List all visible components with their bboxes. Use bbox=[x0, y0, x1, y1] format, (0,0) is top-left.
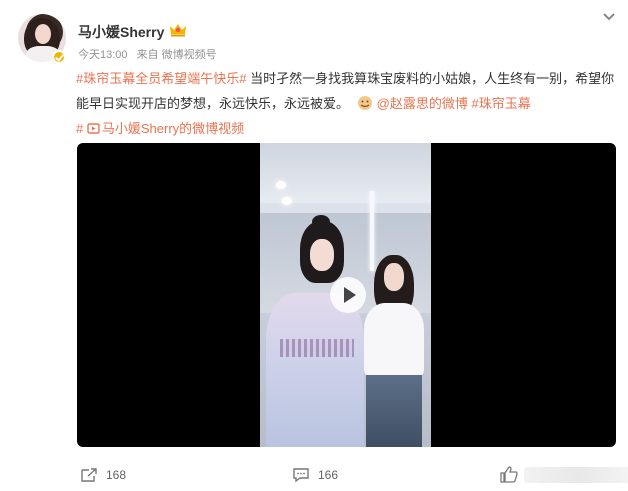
post-meta: 今天13:00 来自 微博视频号 bbox=[78, 46, 223, 62]
repost-button[interactable]: 168 bbox=[80, 466, 126, 484]
person-right-jeans bbox=[366, 375, 422, 447]
crown-icon bbox=[170, 24, 186, 37]
hug-emoji-icon bbox=[357, 96, 372, 110]
weibo-post-card: 马小媛Sherry 今天13:00 来自 微博视频号 #珠帘玉幕全员希望端午快乐… bbox=[0, 0, 628, 491]
verified-badge-icon bbox=[52, 50, 66, 64]
video-player[interactable] bbox=[77, 143, 616, 447]
post-time[interactable]: 今天13:00 bbox=[78, 49, 128, 61]
hashtag-link-2[interactable]: #珠帘玉幕 bbox=[471, 96, 530, 111]
video-link[interactable]: 马小媛Sherry的微博视频 bbox=[87, 121, 244, 136]
repost-count: 168 bbox=[106, 468, 127, 482]
hashtag-link-2-end[interactable]: # bbox=[76, 121, 83, 136]
video-link-label: 马小媛Sherry的微博视频 bbox=[101, 121, 245, 136]
post-text: #珠帘玉幕全员希望端午快乐# 当时孑然一身找我算珠宝废料的小姑娘，人生终有一别，… bbox=[76, 66, 621, 141]
post-source[interactable]: 来自 微博视频号 bbox=[137, 49, 217, 61]
person-left-hair-bun bbox=[312, 215, 330, 229]
comment-button[interactable]: 166 bbox=[292, 466, 338, 484]
person-left-dress bbox=[266, 293, 364, 447]
person-right-top bbox=[364, 303, 424, 377]
author-name[interactable]: 马小媛Sherry bbox=[78, 22, 164, 42]
chevron-down-icon[interactable] bbox=[602, 12, 616, 22]
person-right-face bbox=[384, 263, 404, 291]
mention-link[interactable]: @赵露思的微博 bbox=[377, 96, 468, 111]
like-button[interactable] bbox=[500, 466, 628, 483]
comment-icon bbox=[293, 468, 309, 483]
avatar-face bbox=[35, 24, 51, 44]
video-ceiling bbox=[260, 143, 431, 203]
person-left-face bbox=[310, 239, 334, 271]
light-bar bbox=[370, 191, 374, 271]
ceiling-light bbox=[276, 181, 286, 189]
hashtag-link[interactable]: #珠帘玉幕全员希望端午快乐# bbox=[76, 71, 246, 86]
like-count-blurred bbox=[524, 466, 628, 483]
video-link-icon bbox=[87, 123, 100, 134]
person-left-dress-pattern bbox=[280, 339, 354, 357]
ceiling-light bbox=[282, 197, 292, 205]
like-icon bbox=[500, 466, 518, 483]
comment-count: 166 bbox=[318, 468, 339, 482]
play-button[interactable] bbox=[330, 277, 366, 313]
repost-icon bbox=[81, 468, 97, 482]
